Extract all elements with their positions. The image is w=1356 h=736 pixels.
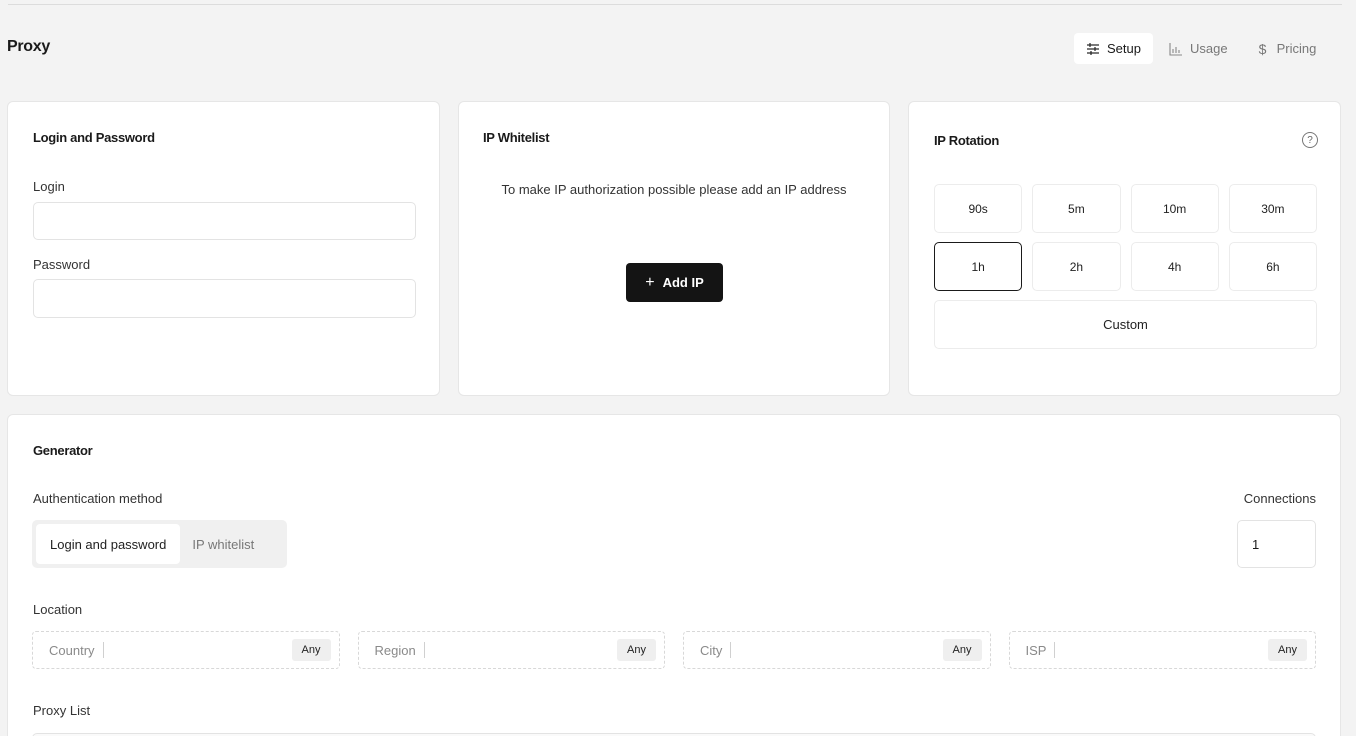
any-badge: Any xyxy=(291,639,331,661)
field-label: City xyxy=(700,642,723,658)
proxy-list-label: Proxy List xyxy=(33,703,91,718)
connections-label: Connections xyxy=(1243,491,1316,506)
rotation-option-4h[interactable]: 4h xyxy=(1130,242,1219,291)
location-label: Location xyxy=(33,602,83,617)
ip-rotation-card: IP Rotation ? 90s 5m 10m 30m 1h 2h 4h 6h… xyxy=(908,101,1341,396)
login-label: Login xyxy=(33,179,65,194)
password-label: Password xyxy=(33,257,91,272)
auth-method-label: Authentication method xyxy=(33,491,163,506)
card-title: Generator xyxy=(33,443,93,458)
region-select[interactable]: Region Any xyxy=(357,631,665,669)
password-input[interactable] xyxy=(33,279,416,318)
login-password-card: Login and Password Login Password xyxy=(7,101,440,396)
card-title: IP Rotation xyxy=(934,133,1000,148)
rotation-option-30m[interactable]: 30m xyxy=(1228,184,1317,233)
tab-usage[interactable]: Usage xyxy=(1157,33,1240,64)
rotation-option-2h[interactable]: 2h xyxy=(1032,242,1121,291)
location-fields: Country Any Region Any City Any ISP Any xyxy=(32,631,1316,669)
tab-label: Usage xyxy=(1189,41,1228,56)
isp-select[interactable]: ISP Any xyxy=(1008,631,1316,669)
rotation-option-1h[interactable]: 1h xyxy=(934,242,1023,291)
card-title: IP Whitelist xyxy=(483,130,550,145)
auth-method-toggle: Login and password IP whitelist xyxy=(32,520,287,568)
card-title: Login and Password xyxy=(33,130,155,145)
rotation-option-90s[interactable]: 90s xyxy=(934,184,1023,233)
top-divider xyxy=(8,4,1342,5)
view-tabs: Setup Usage $ Pricing xyxy=(1074,33,1328,64)
tab-label: Setup xyxy=(1107,41,1141,56)
sliders-icon xyxy=(1086,42,1100,56)
field-divider xyxy=(423,642,425,658)
rotation-option-5m[interactable]: 5m xyxy=(1032,184,1121,233)
connections-input[interactable]: 1 xyxy=(1237,520,1316,568)
country-select[interactable]: Country Any xyxy=(32,631,340,669)
dollar-icon: $ xyxy=(1258,40,1267,57)
auth-option-login[interactable]: Login and password xyxy=(36,524,181,564)
generator-card: Generator Authentication method Connecti… xyxy=(7,414,1341,736)
field-label: ISP xyxy=(1025,642,1047,658)
field-label: Region xyxy=(374,642,416,658)
field-divider xyxy=(102,642,104,658)
tab-label: Pricing xyxy=(1276,41,1317,56)
field-label: Country xyxy=(49,642,95,658)
field-divider xyxy=(1054,642,1056,658)
field-divider xyxy=(730,642,732,658)
city-select[interactable]: City Any xyxy=(683,631,991,669)
rotation-option-10m[interactable]: 10m xyxy=(1130,184,1219,233)
tab-setup[interactable]: Setup xyxy=(1074,33,1153,64)
auth-option-ip-whitelist[interactable]: IP whitelist xyxy=(180,524,266,564)
page-title: Proxy xyxy=(7,38,50,55)
rotation-option-custom[interactable]: Custom xyxy=(934,300,1317,349)
any-badge: Any xyxy=(617,639,656,661)
help-icon[interactable]: ? xyxy=(1302,132,1318,148)
add-ip-button[interactable]: + Add IP xyxy=(626,263,723,302)
rotation-options: 90s 5m 10m 30m 1h 2h 4h 6h Custom xyxy=(934,184,1317,349)
any-badge: Any xyxy=(942,639,982,661)
plus-icon: + xyxy=(645,273,655,291)
login-input[interactable] xyxy=(33,202,416,240)
rotation-option-6h[interactable]: 6h xyxy=(1228,242,1317,291)
chart-icon xyxy=(1169,42,1183,56)
tab-pricing[interactable]: $ Pricing xyxy=(1244,33,1329,64)
any-badge: Any xyxy=(1268,639,1307,661)
whitelist-message: To make IP authorization possible please… xyxy=(501,182,847,197)
ip-whitelist-card: IP Whitelist To make IP authorization po… xyxy=(458,101,890,396)
